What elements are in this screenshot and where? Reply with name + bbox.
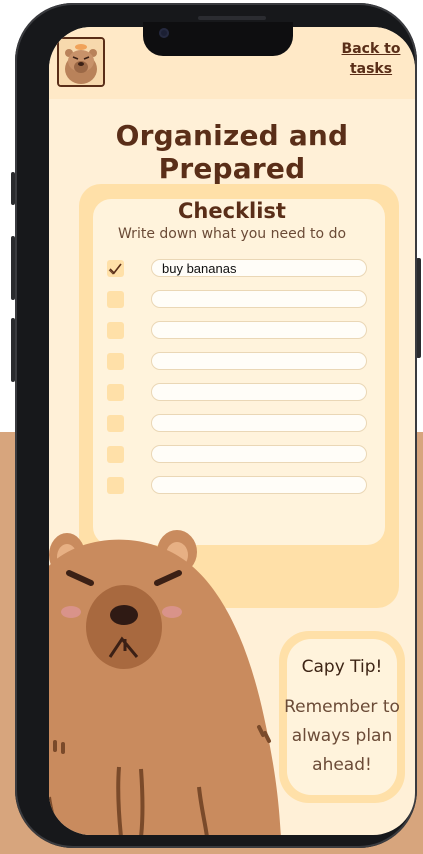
checklist-item-input[interactable] — [151, 290, 367, 308]
app-screen: Back to tasks Organized and Prepared Che… — [49, 27, 415, 835]
phone-frame: Back to tasks Organized and Prepared Che… — [15, 3, 417, 848]
tip-title: Capy Tip! — [301, 657, 383, 677]
checklist-checkbox[interactable] — [107, 384, 124, 401]
speaker-grille — [198, 16, 266, 20]
checklist-row — [107, 445, 369, 465]
notch — [143, 22, 293, 56]
checklist-checkbox[interactable] — [107, 477, 124, 494]
checklist-item-input[interactable] — [151, 352, 367, 370]
checklist-item-input[interactable] — [151, 321, 367, 339]
tip-body: Remember to always plan ahead! — [284, 697, 400, 775]
checklist-row — [107, 259, 369, 279]
checklist-row — [107, 290, 369, 310]
checklist-item-input[interactable] — [151, 476, 367, 494]
checklist-checkbox[interactable] — [107, 353, 124, 370]
checklist-subtitle: Write down what you need to do — [117, 226, 347, 242]
checklist-row — [107, 383, 369, 403]
back-to-tasks-link[interactable]: Back to tasks — [341, 39, 401, 79]
checklist-item-input[interactable] — [151, 383, 367, 401]
capybara-illustration — [49, 530, 281, 835]
checklist-checkbox[interactable] — [107, 446, 124, 463]
checklist-checkbox[interactable] — [107, 322, 124, 339]
checklist-row — [107, 476, 369, 496]
checklist-item-input[interactable] — [151, 414, 367, 432]
checklist-item-input[interactable] — [151, 445, 367, 463]
checklist-row — [107, 352, 369, 372]
page-title: Organized and Prepared — [115, 119, 349, 185]
checklist-checkbox[interactable] — [107, 291, 124, 308]
checklist-checkbox[interactable] — [107, 415, 124, 432]
check-icon — [108, 263, 122, 275]
checklist-checkbox[interactable] — [107, 260, 124, 277]
camera-icon — [159, 28, 169, 38]
checklist-row — [107, 321, 369, 341]
checklist-title: Checklist — [178, 199, 286, 223]
checklist-row — [107, 414, 369, 434]
checklist-item-input[interactable] — [151, 259, 367, 277]
capybara-avatar-icon[interactable] — [57, 37, 105, 87]
